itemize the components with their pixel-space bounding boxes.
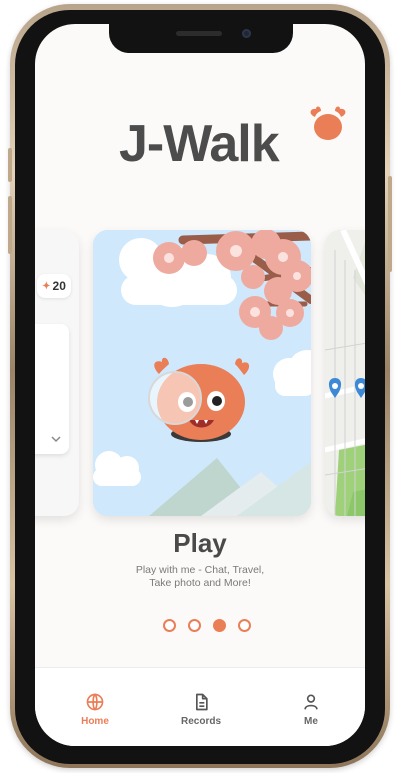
- feature-carousel[interactable]: ✦ 20: [35, 230, 365, 520]
- score-value: 20: [52, 279, 66, 293]
- page-dot-4[interactable]: [238, 618, 251, 632]
- feature-description: Play with me - Chat, Travel, Take photo …: [135, 564, 265, 589]
- score-badge: ✦ 20: [37, 274, 71, 298]
- left-preview-panel: [35, 324, 69, 454]
- app-logo: J-Walk: [119, 102, 346, 182]
- document-icon: [196, 693, 208, 711]
- page-dot-2[interactable]: [188, 618, 201, 632]
- tab-label-me: Me: [304, 716, 318, 727]
- left-preview-card[interactable]: ✦ 20: [35, 230, 79, 516]
- profile-icon: [304, 694, 318, 710]
- power-button: [388, 176, 392, 272]
- tab-label-records: Records: [180, 716, 221, 727]
- feature-title: Play: [173, 528, 227, 558]
- front-camera-icon: [242, 29, 251, 38]
- chevron-down-icon: [51, 436, 61, 443]
- app-screen: J-Walk ✦ 20 Play Play with me - Chat, Tr…: [35, 24, 365, 746]
- speaker-grille: [176, 31, 222, 36]
- tab-home[interactable]: Home: [50, 668, 140, 734]
- page-dot-1[interactable]: [163, 618, 176, 632]
- phone-stage: J-Walk ✦ 20 Play Play with me - Chat, Tr…: [0, 0, 400, 773]
- globe-icon: [86, 693, 104, 711]
- tab-records[interactable]: Records: [156, 668, 246, 734]
- play-card[interactable]: [93, 230, 311, 516]
- volume-up-button: [8, 148, 12, 182]
- carousel-pagination: [163, 618, 251, 632]
- tab-label-home: Home: [81, 716, 109, 727]
- tab-me[interactable]: Me: [266, 668, 356, 734]
- volume-down-button: [8, 196, 12, 254]
- spark-icon: ✦: [42, 280, 51, 292]
- play-illustration: [93, 230, 311, 516]
- map-illustration: [325, 230, 365, 516]
- phone-notch: [109, 23, 293, 53]
- page-dot-3[interactable]: [213, 618, 226, 632]
- magnifier-icon: [148, 371, 202, 425]
- map-preview-card[interactable]: [325, 230, 365, 516]
- bottom-tab-bar: Home Records Me: [35, 667, 365, 746]
- mascot-logo-icon: [310, 106, 346, 140]
- app-title: J-Walk: [119, 115, 280, 173]
